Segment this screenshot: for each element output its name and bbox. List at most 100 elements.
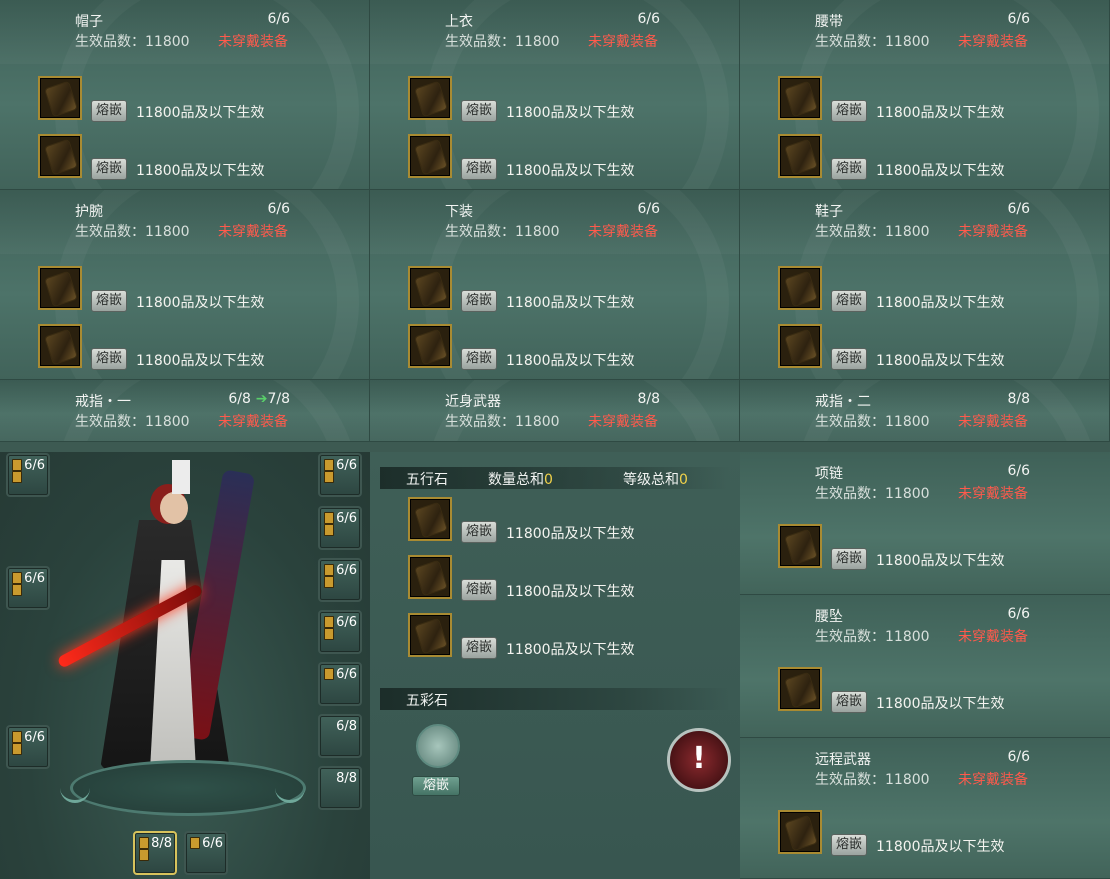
status-not-equipped: 未穿戴装备	[218, 34, 288, 50]
wuxing-header: 五行石 数量总和0 等级总和0	[380, 467, 730, 489]
inlay-button[interactable]: 熔嵌	[831, 548, 868, 570]
gem-icon[interactable]	[38, 134, 82, 178]
slot-count: 6/6	[336, 563, 357, 578]
gem-slot: 熔嵌 11800品及以下生效	[38, 266, 368, 314]
slot-effect-text: 11800品及以下生效	[506, 163, 635, 179]
inlay-button[interactable]: 熔嵌	[461, 348, 498, 370]
gem-icon[interactable]	[778, 76, 822, 120]
quality-label: 生效品数：11800	[75, 414, 190, 430]
inlay-button[interactable]: 熔嵌	[91, 158, 128, 180]
inlay-button[interactable]: 熔嵌	[461, 100, 498, 122]
inlay-button[interactable]: 熔嵌	[831, 158, 868, 180]
character-model	[172, 460, 190, 494]
inlay-button[interactable]: 熔嵌	[461, 579, 498, 601]
gem-icon[interactable]	[778, 524, 822, 568]
gem-pip-icon	[324, 564, 334, 576]
equip-panel: 上衣 6/6 生效品数：11800 未穿戴装备 熔嵌 11800品及以下生效 熔嵌 11800…	[370, 0, 740, 190]
inlay-button[interactable]: 熔嵌	[461, 637, 498, 659]
gem-icon[interactable]	[38, 266, 82, 310]
inlay-button[interactable]: 熔嵌	[461, 290, 498, 312]
gem-pip-icon	[12, 584, 22, 596]
wucai-inlay-button[interactable]: 熔嵌	[412, 776, 460, 796]
equipment-slot[interactable]: 6/6	[184, 831, 228, 875]
quality-label: 生效品数：11800	[445, 224, 560, 240]
gem-icon[interactable]	[38, 324, 82, 368]
panel-title: 鞋子	[815, 204, 843, 220]
gem-icon[interactable]	[778, 134, 822, 178]
gem-slot: 熔嵌 11800品及以下生效	[408, 497, 738, 545]
equipment-slot[interactable]: 6/6	[318, 453, 362, 497]
equipment-slot[interactable]: 6/6	[318, 506, 362, 550]
quality-label: 生效品数：11800	[815, 414, 930, 430]
inlay-button[interactable]: 熔嵌	[831, 100, 868, 122]
gem-slot: 熔嵌 11800品及以下生效	[778, 324, 1108, 372]
inlay-button[interactable]: 熔嵌	[91, 348, 128, 370]
inlay-button[interactable]: 熔嵌	[461, 158, 498, 180]
gem-pip-icon	[190, 837, 200, 849]
equipment-slot[interactable]: 6/6	[318, 610, 362, 654]
gem-slot: 熔嵌 11800品及以下生效	[408, 613, 738, 661]
panel-title: 腰带	[815, 14, 843, 30]
gem-icon[interactable]	[38, 76, 82, 120]
equipment-slot[interactable]: 6/6	[6, 453, 50, 497]
slot-count: 6/6	[24, 571, 45, 586]
quality-label: 生效品数：11800	[445, 34, 560, 50]
gem-pip-icon	[324, 524, 334, 536]
equip-panel: 下装 6/6 生效品数：11800 未穿戴装备 熔嵌 11800品及以下生效 熔嵌 11800…	[370, 190, 740, 380]
alert-icon[interactable]: !	[667, 728, 731, 792]
inlay-button[interactable]: 熔嵌	[831, 348, 868, 370]
inlay-button[interactable]: 熔嵌	[831, 290, 868, 312]
qty-label: 数量总和	[488, 472, 544, 488]
wucai-stone-icon[interactable]	[416, 724, 460, 768]
gem-icon[interactable]	[778, 810, 822, 854]
slot-count: 6/6	[336, 615, 357, 630]
slot-effect-text: 11800品及以下生效	[136, 353, 265, 369]
count-value: 6/6	[637, 11, 660, 27]
equipment-slot[interactable]: 6/6	[318, 558, 362, 602]
gem-pip-icon	[324, 616, 334, 628]
inlay-button[interactable]: 熔嵌	[91, 290, 128, 312]
equipment-slot[interactable]: 6/6	[6, 725, 50, 769]
gem-icon[interactable]	[408, 555, 452, 599]
equipment-slot[interactable]: 8/8	[133, 831, 177, 875]
quality-label: 生效品数：11800	[815, 486, 930, 502]
gem-pip-icon	[324, 628, 334, 640]
slot-effect-text: 11800品及以下生效	[136, 163, 265, 179]
equipment-slot[interactable]: 6/6	[318, 662, 362, 706]
equipment-slot[interactable]: 6/6	[6, 566, 50, 610]
slot-effect-text: 11800品及以下生效	[506, 526, 635, 542]
gem-pip-icon	[324, 471, 334, 483]
gem-icon[interactable]	[408, 76, 452, 120]
gem-slot: 熔嵌 11800品及以下生效	[408, 555, 738, 603]
gem-icon[interactable]	[408, 324, 452, 368]
character-model	[160, 492, 188, 524]
inlay-button[interactable]: 熔嵌	[831, 691, 868, 713]
equip-panel: 鞋子 6/6 生效品数：11800 未穿戴装备 熔嵌 11800品及以下生效 熔嵌 11800…	[740, 190, 1110, 380]
gem-icon[interactable]	[408, 497, 452, 541]
inlay-button[interactable]: 熔嵌	[831, 834, 868, 856]
panel-count: 6/6	[990, 749, 1030, 765]
gem-slot: 熔嵌 11800品及以下生效	[778, 134, 1108, 182]
gem-icon[interactable]	[408, 266, 452, 310]
slot-count: 6/6	[336, 667, 357, 682]
slot-effect-text: 11800品及以下生效	[506, 584, 635, 600]
status-not-equipped: 未穿戴装备	[588, 224, 658, 240]
count-value: 6/6	[267, 11, 290, 27]
panel-title: 下装	[445, 204, 473, 220]
equipment-slot[interactable]: 6/8	[318, 714, 362, 758]
gem-pip-icon	[139, 837, 149, 849]
gem-icon[interactable]	[778, 324, 822, 368]
inlay-button[interactable]: 熔嵌	[461, 521, 498, 543]
panel-count: 8/8	[990, 391, 1030, 407]
gem-icon[interactable]	[408, 134, 452, 178]
gem-icon[interactable]	[408, 613, 452, 657]
status-not-equipped: 未穿戴装备	[588, 414, 658, 430]
equipment-slot[interactable]: 8/8	[318, 766, 362, 810]
gem-icon[interactable]	[778, 667, 822, 711]
gem-pip-icon	[324, 576, 334, 588]
wuxing-title: 五行石	[406, 472, 448, 488]
gem-icon[interactable]	[778, 266, 822, 310]
inlay-button[interactable]: 熔嵌	[91, 100, 128, 122]
gem-pip-icon	[324, 512, 334, 524]
count-value: 6/6	[1007, 11, 1030, 27]
